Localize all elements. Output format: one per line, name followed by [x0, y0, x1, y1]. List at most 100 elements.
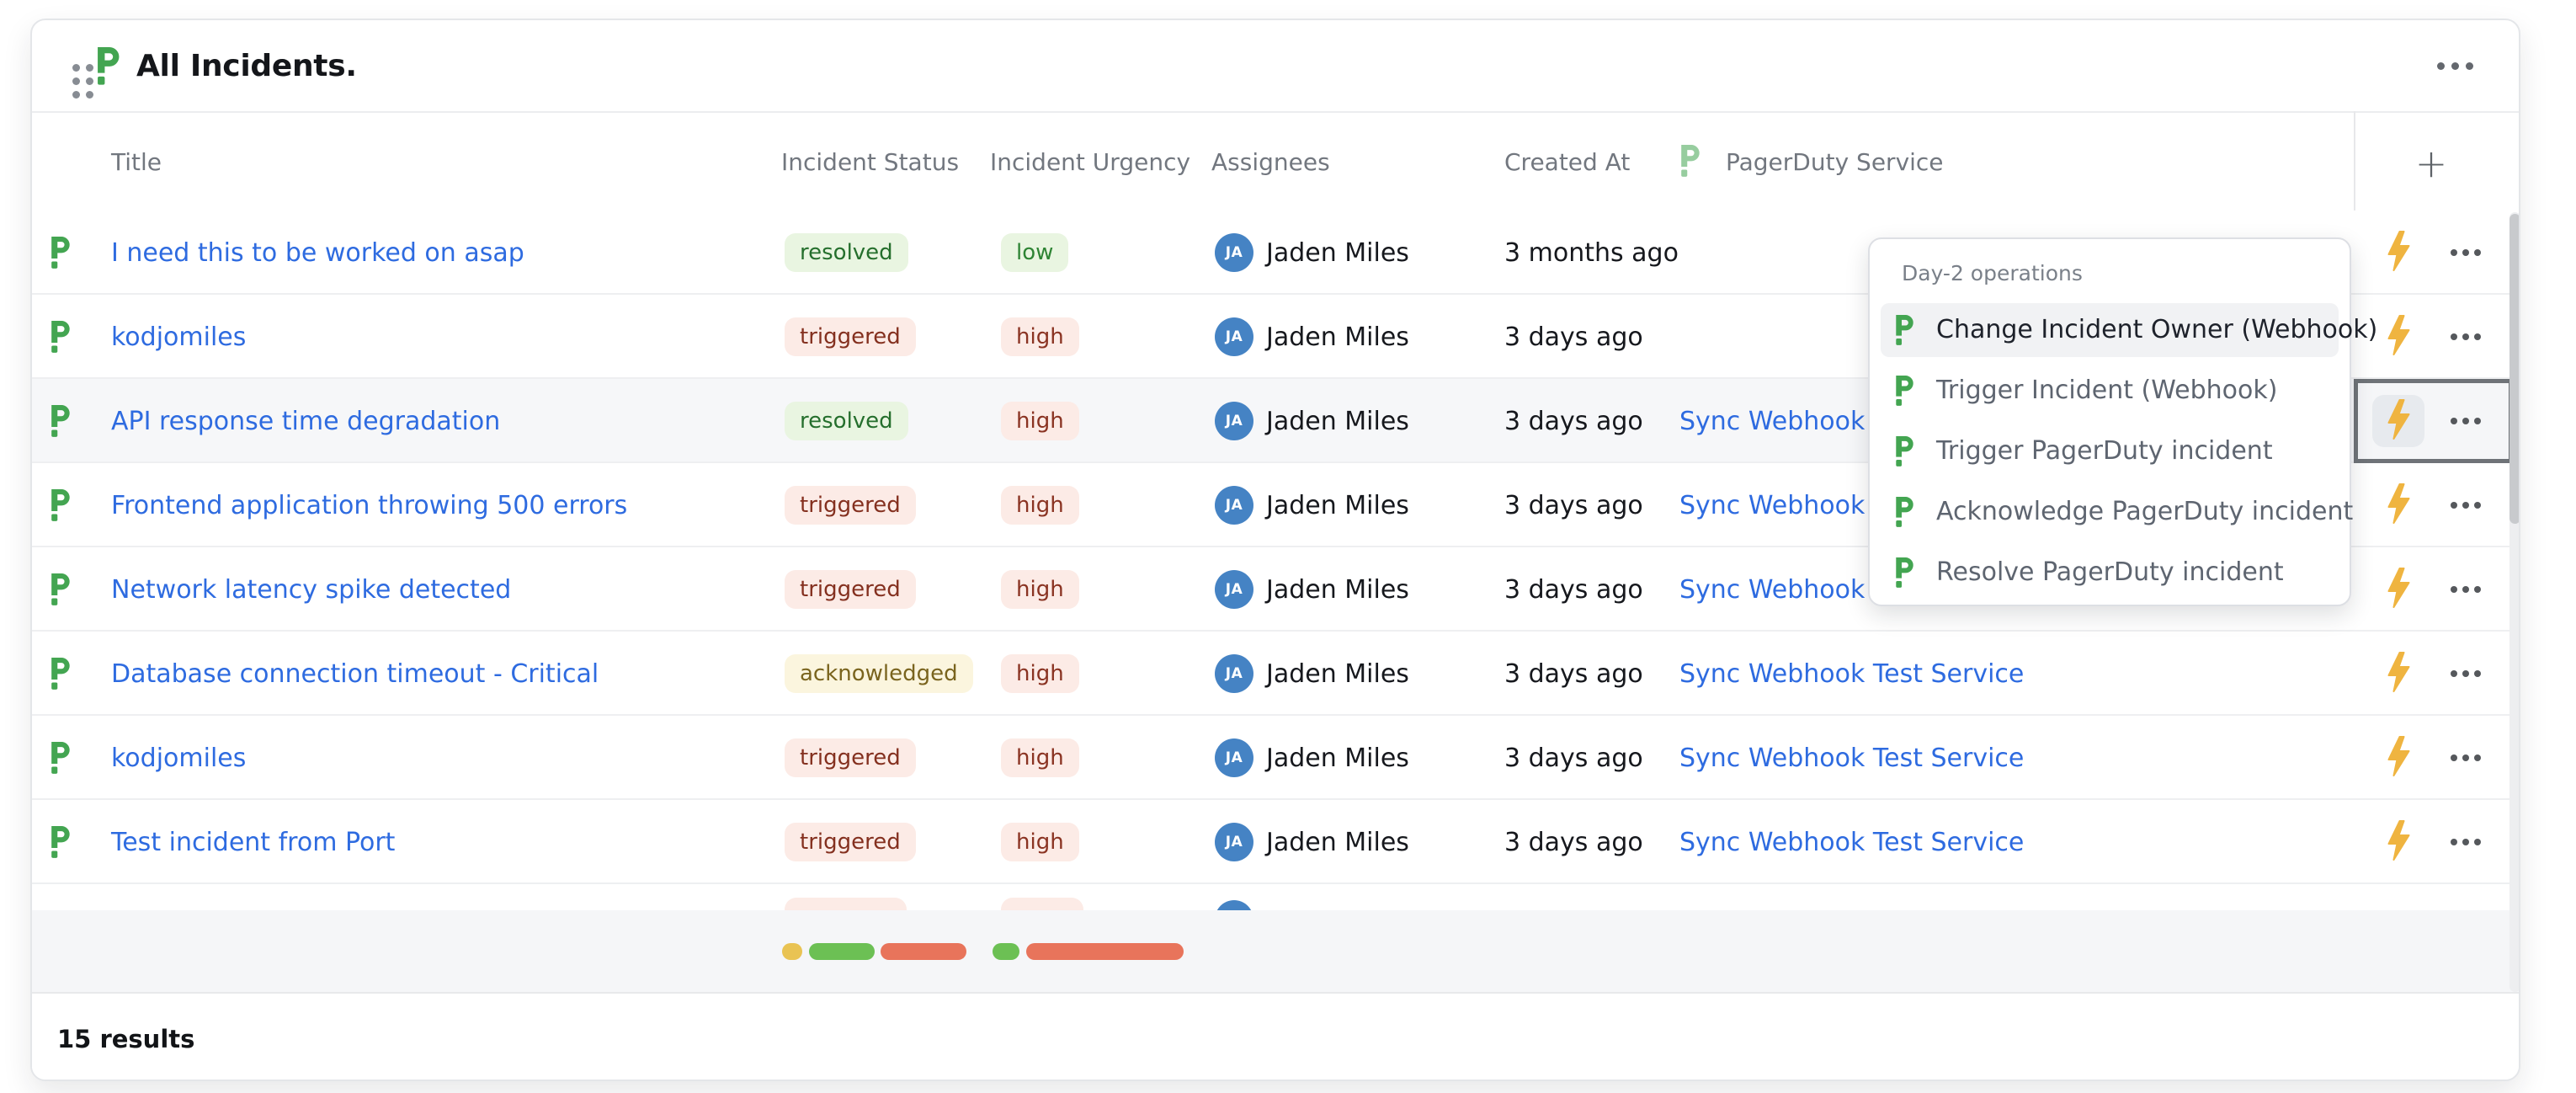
widget-menu-button[interactable]	[2421, 39, 2488, 93]
status-cell: resolved	[785, 379, 908, 463]
incident-title-link[interactable]: Test incident from Port	[111, 800, 395, 884]
incident-title-link[interactable]: I need this to be worked on asap	[111, 211, 524, 295]
menu-item[interactable]: Acknowledge PagerDuty incident	[1870, 482, 2350, 542]
run-action-button[interactable]	[2375, 211, 2422, 295]
bolt-icon	[2386, 568, 2411, 611]
pagerduty-icon	[51, 716, 72, 800]
summary-pill	[881, 943, 966, 960]
summary-bar	[32, 910, 2519, 994]
menu-item[interactable]: Trigger Incident (Webhook)	[1870, 360, 2350, 421]
incident-title-link[interactable]: Frontend application throwing 500 errors	[111, 463, 627, 547]
table-row: Test incident from PorttriggeredhighJAJa…	[32, 800, 2519, 884]
run-action-button[interactable]	[2375, 379, 2422, 463]
assignee-avatar: JA	[1215, 716, 1253, 800]
status-badge: triggered	[785, 823, 916, 862]
incident-title-link[interactable]: kodjomiles	[111, 295, 246, 379]
summary-pill	[1026, 943, 1184, 960]
scrollbar-thumb[interactable]	[2509, 214, 2520, 524]
run-action-button[interactable]	[2375, 463, 2422, 547]
pagerduty-icon	[1896, 315, 1915, 349]
avatar-initials: JA	[1215, 317, 1253, 356]
row-menu-button[interactable]	[2442, 800, 2489, 884]
urgency-cell: high	[1001, 379, 1079, 463]
pagerduty-icon	[51, 463, 72, 547]
assignee-name: Jaden Miles	[1266, 632, 1409, 716]
column-header-status: Incident Status	[781, 148, 959, 176]
created-at: 3 days ago	[1504, 379, 1643, 463]
bolt-icon	[2386, 483, 2411, 527]
context-menu: Day-2 operations Change Incident Owner (…	[1868, 237, 2351, 606]
created-at: 3 days ago	[1504, 632, 1643, 716]
avatar-initials: JA	[1215, 823, 1253, 861]
run-action-button[interactable]	[2375, 716, 2422, 800]
pagerduty-icon	[51, 211, 72, 295]
urgency-badge: high	[1001, 486, 1079, 525]
urgency-badge: high	[1001, 317, 1079, 357]
assignee-avatar: JA	[1215, 463, 1253, 547]
menu-item-label: Acknowledge PagerDuty incident	[1936, 497, 2353, 526]
ellipsis-icon	[2437, 62, 2473, 70]
incident-title-link[interactable]: Network latency spike detected	[111, 547, 511, 632]
service-link[interactable]: Sync Webhook Test Service	[1679, 632, 2024, 716]
status-badge: triggered	[785, 317, 916, 357]
urgency-cell: high	[1001, 547, 1079, 632]
widget-footer: 15 results	[32, 994, 2519, 1081]
bolt-icon	[2386, 652, 2411, 696]
assignee-avatar: JA	[1215, 295, 1253, 379]
summary-pill	[993, 943, 1019, 960]
assignee-avatar	[1215, 900, 1253, 910]
row-menu-button[interactable]	[2442, 547, 2489, 632]
column-header-service: PagerDuty Service	[1726, 148, 1944, 176]
pagerduty-icon	[51, 800, 72, 884]
row-menu-button[interactable]	[2442, 379, 2489, 463]
urgency-cell: low	[1001, 211, 1068, 295]
pagerduty-icon	[51, 379, 72, 463]
bolt-icon	[2386, 820, 2411, 864]
menu-item[interactable]: Trigger PagerDuty incident	[1870, 421, 2350, 482]
avatar-initials: JA	[1215, 654, 1253, 693]
row-menu-button[interactable]	[2442, 716, 2489, 800]
context-menu-section-label: Day-2 operations	[1902, 261, 2083, 285]
service-link[interactable]: Sync Webhook Test Service	[1679, 716, 2024, 800]
urgency-badge: high	[1001, 654, 1079, 694]
status-badge: triggered	[785, 486, 916, 525]
menu-item-label: Trigger PagerDuty incident	[1936, 436, 2273, 466]
ellipsis-icon	[2451, 249, 2481, 256]
ellipsis-icon	[2451, 502, 2481, 509]
incident-title-link[interactable]: API response time degradation	[111, 379, 500, 463]
status-cell: acknowledged	[785, 632, 973, 716]
run-action-button[interactable]	[2375, 295, 2422, 379]
pagerduty-icon	[1681, 145, 1701, 184]
pagerduty-icon	[1896, 376, 1915, 410]
row-menu-button[interactable]	[2442, 295, 2489, 379]
drag-handle-icon[interactable]	[72, 64, 93, 99]
add-column-button[interactable]: +	[2404, 136, 2458, 190]
avatar-initials: JA	[1215, 738, 1253, 777]
run-action-button[interactable]	[2375, 800, 2422, 884]
row-menu-button[interactable]	[2442, 211, 2489, 295]
pagerduty-icon	[51, 295, 72, 379]
pagerduty-icon	[51, 632, 72, 716]
row-menu-button[interactable]	[2442, 463, 2489, 547]
incident-title-link[interactable]: Database connection timeout - Critical	[111, 632, 599, 716]
row-menu-button[interactable]	[2442, 632, 2489, 716]
status-cell: triggered	[785, 463, 916, 547]
status-badge: acknowledged	[785, 654, 973, 694]
bolt-icon	[2386, 231, 2411, 275]
menu-item[interactable]: Resolve PagerDuty incident	[1870, 542, 2350, 603]
menu-item[interactable]: Change Incident Owner (Webhook)	[1870, 300, 2350, 360]
column-header-title: Title	[111, 148, 162, 176]
status-badge	[785, 898, 907, 910]
run-action-button[interactable]	[2375, 632, 2422, 716]
ellipsis-icon	[2451, 333, 2481, 340]
summary-pill	[782, 943, 802, 960]
pagerduty-logo-icon	[98, 47, 121, 89]
column-header-assignees: Assignees	[1211, 148, 1330, 176]
status-cell: triggered	[785, 716, 916, 800]
run-action-button[interactable]	[2375, 547, 2422, 632]
incident-title-link[interactable]: kodjomiles	[111, 716, 246, 800]
service-link[interactable]: Sync Webhook Test Service	[1679, 800, 2024, 884]
pagerduty-icon	[51, 547, 72, 632]
bolt-icon	[2386, 736, 2411, 780]
column-header-urgency: Incident Urgency	[990, 148, 1190, 176]
